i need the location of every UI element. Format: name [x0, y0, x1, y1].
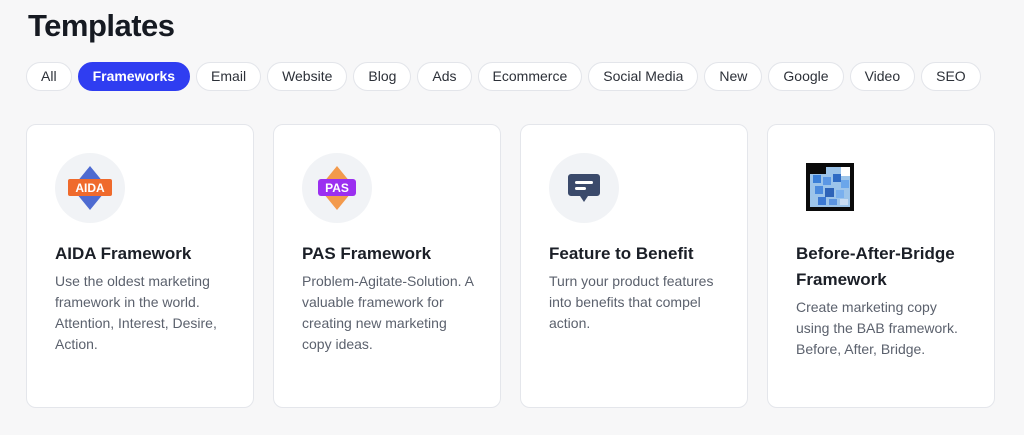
- template-card-feature-to-benefit[interactable]: Feature to Benefit Turn your product fea…: [520, 124, 748, 408]
- category-tabs: All Frameworks Email Website Blog Ads Ec…: [26, 62, 981, 91]
- template-card-before-after-bridge[interactable]: Before-After-Bridge Framework Create mar…: [767, 124, 995, 408]
- aida-logo-text: AIDA: [75, 181, 105, 195]
- tab-seo[interactable]: SEO: [921, 62, 981, 91]
- page-title: Templates: [28, 8, 175, 43]
- card-description: Use the oldest marketing framework in th…: [55, 273, 217, 352]
- tab-blog[interactable]: Blog: [353, 62, 412, 91]
- card-title: Feature to Benefit: [549, 244, 694, 263]
- tab-google[interactable]: Google: [768, 62, 844, 91]
- aida-logo-icon: AIDA: [55, 153, 125, 223]
- template-card-aida[interactable]: AIDA AIDA Framework Use the oldest marke…: [26, 124, 254, 408]
- template-card-pas[interactable]: PAS PAS Framework Problem-Agitate-Soluti…: [273, 124, 501, 408]
- card-description: Create marketing copy using the BAB fram…: [796, 299, 958, 357]
- card-description: Problem-Agitate-Solution. A valuable fra…: [302, 273, 474, 352]
- pas-logo-text: PAS: [325, 181, 349, 195]
- card-title: AIDA Framework: [55, 244, 192, 263]
- card-title: PAS Framework: [302, 244, 432, 263]
- tab-social-media[interactable]: Social Media: [588, 62, 699, 91]
- pas-logo-icon: PAS: [302, 153, 372, 223]
- tab-website[interactable]: Website: [267, 62, 348, 91]
- message-bubble-icon: [549, 153, 619, 223]
- tab-frameworks[interactable]: Frameworks: [77, 62, 191, 91]
- tab-email[interactable]: Email: [196, 62, 262, 91]
- card-title: Before-After-Bridge Framework: [796, 244, 955, 289]
- tab-ecommerce[interactable]: Ecommerce: [477, 62, 583, 91]
- bridge-image-icon: [804, 161, 856, 213]
- tab-ads[interactable]: Ads: [417, 62, 472, 91]
- tab-new[interactable]: New: [704, 62, 763, 91]
- tab-all[interactable]: All: [26, 62, 72, 91]
- tab-video[interactable]: Video: [849, 62, 916, 91]
- card-description: Turn your product features into benefits…: [549, 273, 714, 331]
